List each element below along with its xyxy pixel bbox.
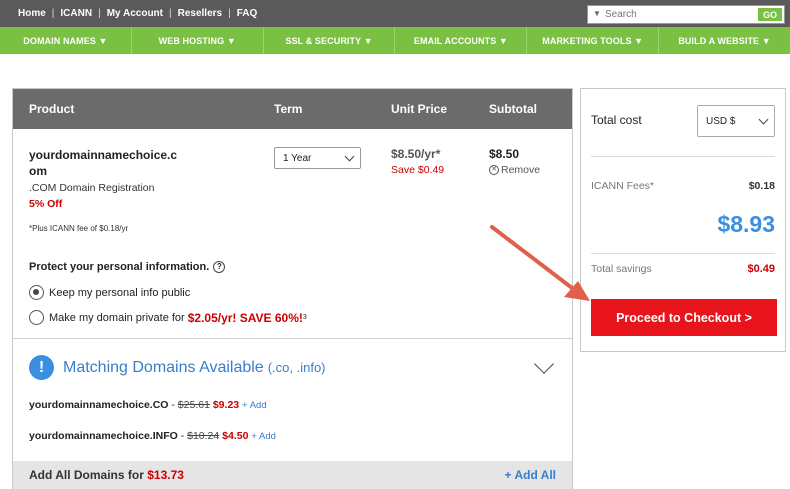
remove-x-icon: ✕ xyxy=(489,165,499,175)
privacy-heading: Protect your personal information. ? xyxy=(29,261,226,273)
top-links: Home | ICANN | My Account | Resellers | … xyxy=(18,8,258,19)
privacy-heading-text: Protect your personal information. xyxy=(29,261,210,273)
icann-fees-value: $0.18 xyxy=(748,180,775,192)
main-nav: DOMAIN NAMES ▼ WEB HOSTING ▼ SSL & SECUR… xyxy=(0,27,790,54)
home-link[interactable]: Home xyxy=(18,8,46,19)
product-name: yourdomainnamechoice.com xyxy=(29,148,178,178)
unit-save: Save $0.49 xyxy=(391,164,445,176)
domain-old-price: $25.61 xyxy=(177,399,210,411)
order-summary: Total cost USD $ ICANN Fees* $0.18 $8.93… xyxy=(580,88,786,352)
matching-subtitle: (.co, .info) xyxy=(267,360,326,375)
add-domain-link[interactable]: + Add xyxy=(242,400,267,411)
resellers-link[interactable]: Resellers xyxy=(178,8,222,19)
header-subtotal: Subtotal xyxy=(489,102,537,116)
icann-link[interactable]: ICANN xyxy=(60,8,92,19)
add-domain-link[interactable]: + Add xyxy=(251,431,276,442)
chevron-down-icon xyxy=(758,114,769,125)
unit-price: $8.50/yr* xyxy=(391,147,441,161)
header-unit-price: Unit Price xyxy=(391,102,448,116)
expand-chevron-icon[interactable] xyxy=(534,354,554,374)
nav-marketing-tools[interactable]: MARKETING TOOLS ▼ xyxy=(527,27,660,54)
matching-domains-header[interactable]: ! Matching Domains Available (.co, .info… xyxy=(29,355,326,380)
privacy-option-public[interactable]: Keep my personal info public xyxy=(29,285,190,300)
header-term: Term xyxy=(274,102,303,116)
domain-new-price: $9.23 xyxy=(212,399,240,411)
add-all-bar: Add All Domains for $13.73 + Add All xyxy=(13,461,572,489)
section-divider xyxy=(13,338,572,339)
option-private-label: Make my domain private for xyxy=(49,311,185,324)
annotation-arrow xyxy=(490,225,590,301)
domain-old-price: $10.24 xyxy=(187,430,220,442)
product-description: .COM Domain Registration xyxy=(29,182,155,194)
total-amount: $8.93 xyxy=(717,211,775,237)
domain-name: yourdomainnamechoice.INFO xyxy=(29,430,178,442)
add-all-label: Add All Domains for $13.73 xyxy=(29,468,184,482)
nav-domain-names[interactable]: DOMAIN NAMES ▼ xyxy=(0,27,132,54)
help-question-icon[interactable]: ? xyxy=(213,261,226,273)
summary-divider xyxy=(591,156,775,157)
search-go-button[interactable]: GO xyxy=(758,8,782,21)
exclamation-icon: ! xyxy=(29,355,54,380)
product-discount: 5% Off xyxy=(29,198,63,210)
search-box: ▼ GO xyxy=(587,5,785,24)
total-cost-label: Total cost xyxy=(591,113,642,127)
header-product: Product xyxy=(29,102,75,116)
dropdown-triangle-icon[interactable]: ▼ xyxy=(593,9,601,18)
arrow-shaft xyxy=(490,225,578,293)
option-private-footnote: 3 xyxy=(302,314,307,321)
top-bar: Home | ICANN | My Account | Resellers | … xyxy=(0,0,790,27)
faq-link[interactable]: FAQ xyxy=(237,8,258,19)
add-all-button[interactable]: + Add All xyxy=(505,468,556,482)
chevron-down-icon xyxy=(344,151,355,162)
term-value: 1 Year xyxy=(283,153,312,164)
total-savings-value: $0.49 xyxy=(747,263,775,275)
icann-fee-note: *Plus ICANN fee of $0.18/yr xyxy=(29,224,129,233)
nav-web-hosting[interactable]: WEB HOSTING ▼ xyxy=(132,27,264,54)
icann-fees-label: ICANN Fees* xyxy=(591,180,655,192)
nav-email-accounts[interactable]: EMAIL ACCOUNTS ▼ xyxy=(395,27,528,54)
domain-row: yourdomainnamechoice.CO - $25.61 $9.23 +… xyxy=(29,399,267,411)
domain-name: yourdomainnamechoice.CO xyxy=(29,399,169,411)
subtotal-value: $8.50 xyxy=(489,147,520,161)
currency-select[interactable]: USD $ xyxy=(697,105,775,137)
currency-value: USD $ xyxy=(706,116,736,127)
total-savings-label: Total savings xyxy=(591,263,652,275)
remove-button[interactable]: ✕ Remove xyxy=(489,164,540,176)
remove-label: Remove xyxy=(501,164,541,176)
search-input[interactable] xyxy=(605,7,755,22)
add-all-text: Add All Domains for xyxy=(29,468,144,482)
matching-title: Matching Domains Available xyxy=(63,358,264,376)
summary-divider xyxy=(591,253,775,254)
radio-public[interactable] xyxy=(29,285,44,300)
domain-row: yourdomainnamechoice.INFO - $10.24 $4.50… xyxy=(29,430,276,442)
privacy-option-private[interactable]: Make my domain private for $2.05/yr! SAV… xyxy=(29,310,307,325)
cart-header: Product Term Unit Price Subtotal xyxy=(13,89,572,129)
nav-ssl-security[interactable]: SSL & SECURITY ▼ xyxy=(264,27,396,54)
proceed-to-checkout-button[interactable]: Proceed to Checkout > xyxy=(591,299,777,336)
option-public-label: Keep my personal info public xyxy=(49,286,191,299)
term-select[interactable]: 1 Year xyxy=(274,147,361,169)
domain-new-price: $4.50 xyxy=(222,430,249,442)
my-account-link[interactable]: My Account xyxy=(107,8,163,19)
nav-build-a-website[interactable]: BUILD A WEBSITE ▼ xyxy=(659,27,790,54)
radio-private[interactable] xyxy=(29,310,44,325)
option-private-price: $2.05/yr! SAVE 60%! xyxy=(187,310,303,325)
add-all-price: $13.73 xyxy=(147,468,184,482)
